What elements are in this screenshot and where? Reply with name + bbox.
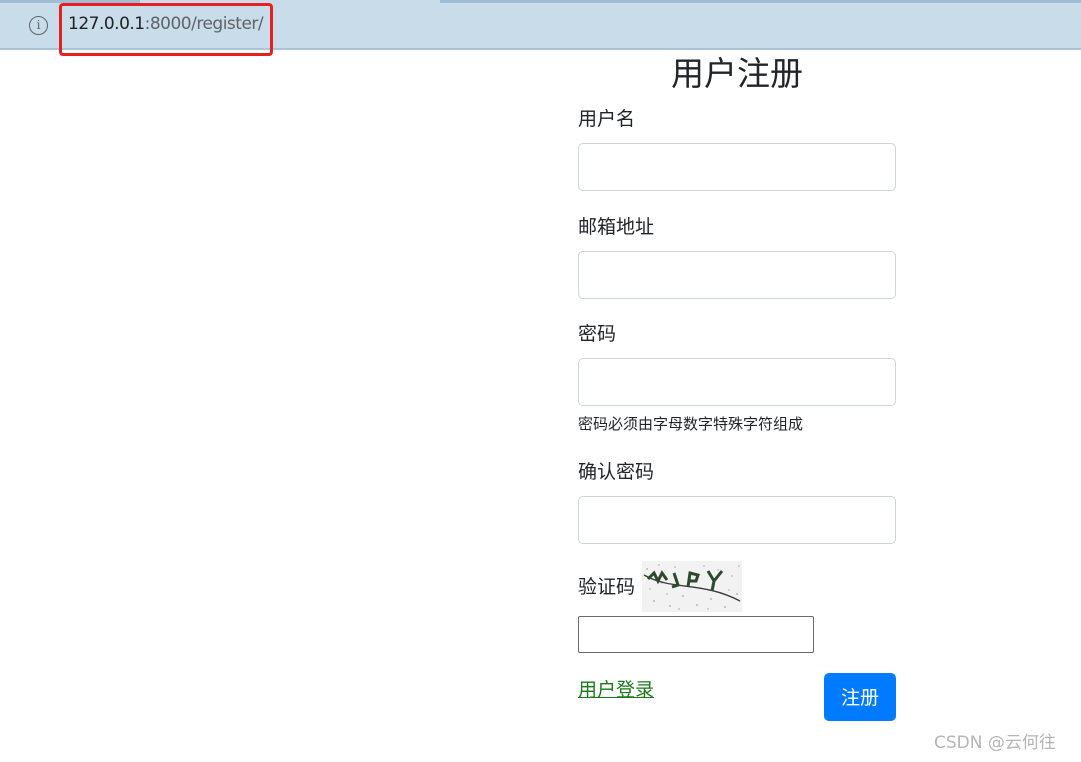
username-label: 用户名: [578, 108, 636, 130]
password-help-text: 密码必须由字母数字特殊字符组成: [578, 415, 804, 433]
username-input[interactable]: [578, 143, 896, 191]
login-link[interactable]: 用户登录: [578, 677, 654, 703]
register-button[interactable]: 注册: [824, 673, 896, 721]
watermark: CSDN @云何往: [934, 733, 1056, 753]
captcha-input[interactable]: [578, 616, 814, 653]
captcha-image[interactable]: [642, 561, 742, 612]
email-label: 邮箱地址: [578, 216, 655, 238]
password-label: 密码: [578, 323, 617, 345]
page-title: 用户注册: [671, 54, 803, 93]
password-input[interactable]: [578, 358, 896, 406]
confirm-password-input[interactable]: [578, 496, 896, 544]
email-input[interactable]: [578, 251, 896, 299]
captcha-label: 验证码: [578, 576, 636, 598]
confirm-password-label: 确认密码: [578, 461, 655, 483]
url-highlight-box: [59, 3, 273, 56]
info-icon[interactable]: i: [29, 16, 48, 35]
